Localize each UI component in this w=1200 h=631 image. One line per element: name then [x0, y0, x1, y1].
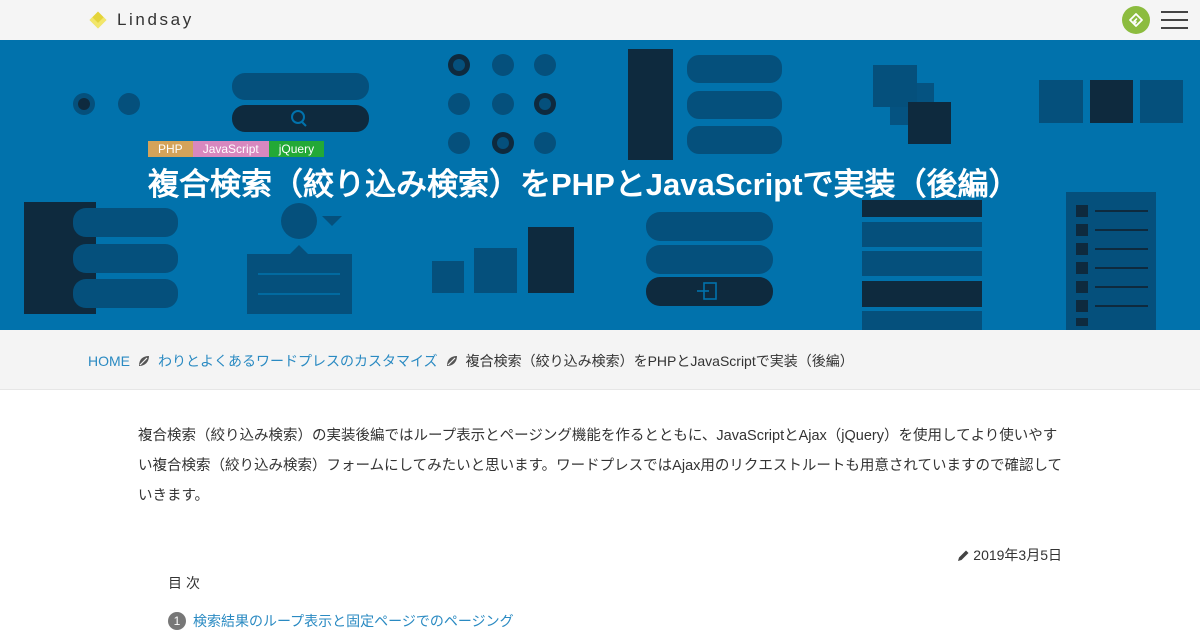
site-logo[interactable]: Lindsay	[89, 10, 194, 30]
breadcrumb: HOME わりとよくあるワードプレスのカスタマイズ 複合検索（絞り込み検索）をP…	[88, 351, 854, 371]
toc-item: 1 検索結果のループ表示と固定ページでのページング	[168, 611, 514, 631]
toc-link[interactable]: 検索結果のループ表示と固定ページでのページング	[193, 611, 514, 631]
breadcrumb-category[interactable]: わりとよくあるワードプレスのカスタマイズ	[158, 351, 438, 371]
post-date: 2019年3月5日	[956, 545, 1062, 565]
post-date-text: 2019年3月5日	[973, 547, 1062, 563]
breadcrumb-home[interactable]: HOME	[88, 353, 130, 369]
toc-title: 目次	[168, 575, 204, 591]
breadcrumb-bar: HOME わりとよくあるワードプレスのカスタマイズ 複合検索（絞り込み検索）をP…	[0, 330, 1200, 390]
feedly-icon[interactable]	[1122, 6, 1150, 34]
toc-number: 1	[168, 612, 186, 630]
pencil-icon	[958, 550, 969, 561]
hamburger-icon[interactable]	[1161, 9, 1188, 31]
logo-diamond-icon	[89, 11, 107, 29]
tag-php[interactable]: PHP	[148, 141, 193, 157]
leaf-icon	[139, 356, 149, 366]
article-intro: 複合検索（絞り込み検索）の実装後編ではループ表示とページング機能を作るとともに、…	[138, 428, 1063, 504]
leaf-icon	[446, 356, 457, 366]
post-tags: PHP JavaScript jQuery	[148, 141, 325, 157]
breadcrumb-current: 複合検索（絞り込み検索）をPHPとJavaScriptで実装（後編）	[465, 353, 854, 369]
site-name: Lindsay	[117, 10, 194, 29]
tag-jquery[interactable]: jQuery	[268, 141, 325, 157]
tag-javascript[interactable]: JavaScript	[192, 141, 269, 157]
post-title: 複合検索（絞り込み検索）をPHPとJavaScriptで実装（後編）	[148, 167, 1020, 202]
site-header: Lindsay	[0, 0, 1200, 40]
post-hero: PHP JavaScript jQuery 複合検索（絞り込み検索）をPHPとJ…	[0, 40, 1200, 330]
